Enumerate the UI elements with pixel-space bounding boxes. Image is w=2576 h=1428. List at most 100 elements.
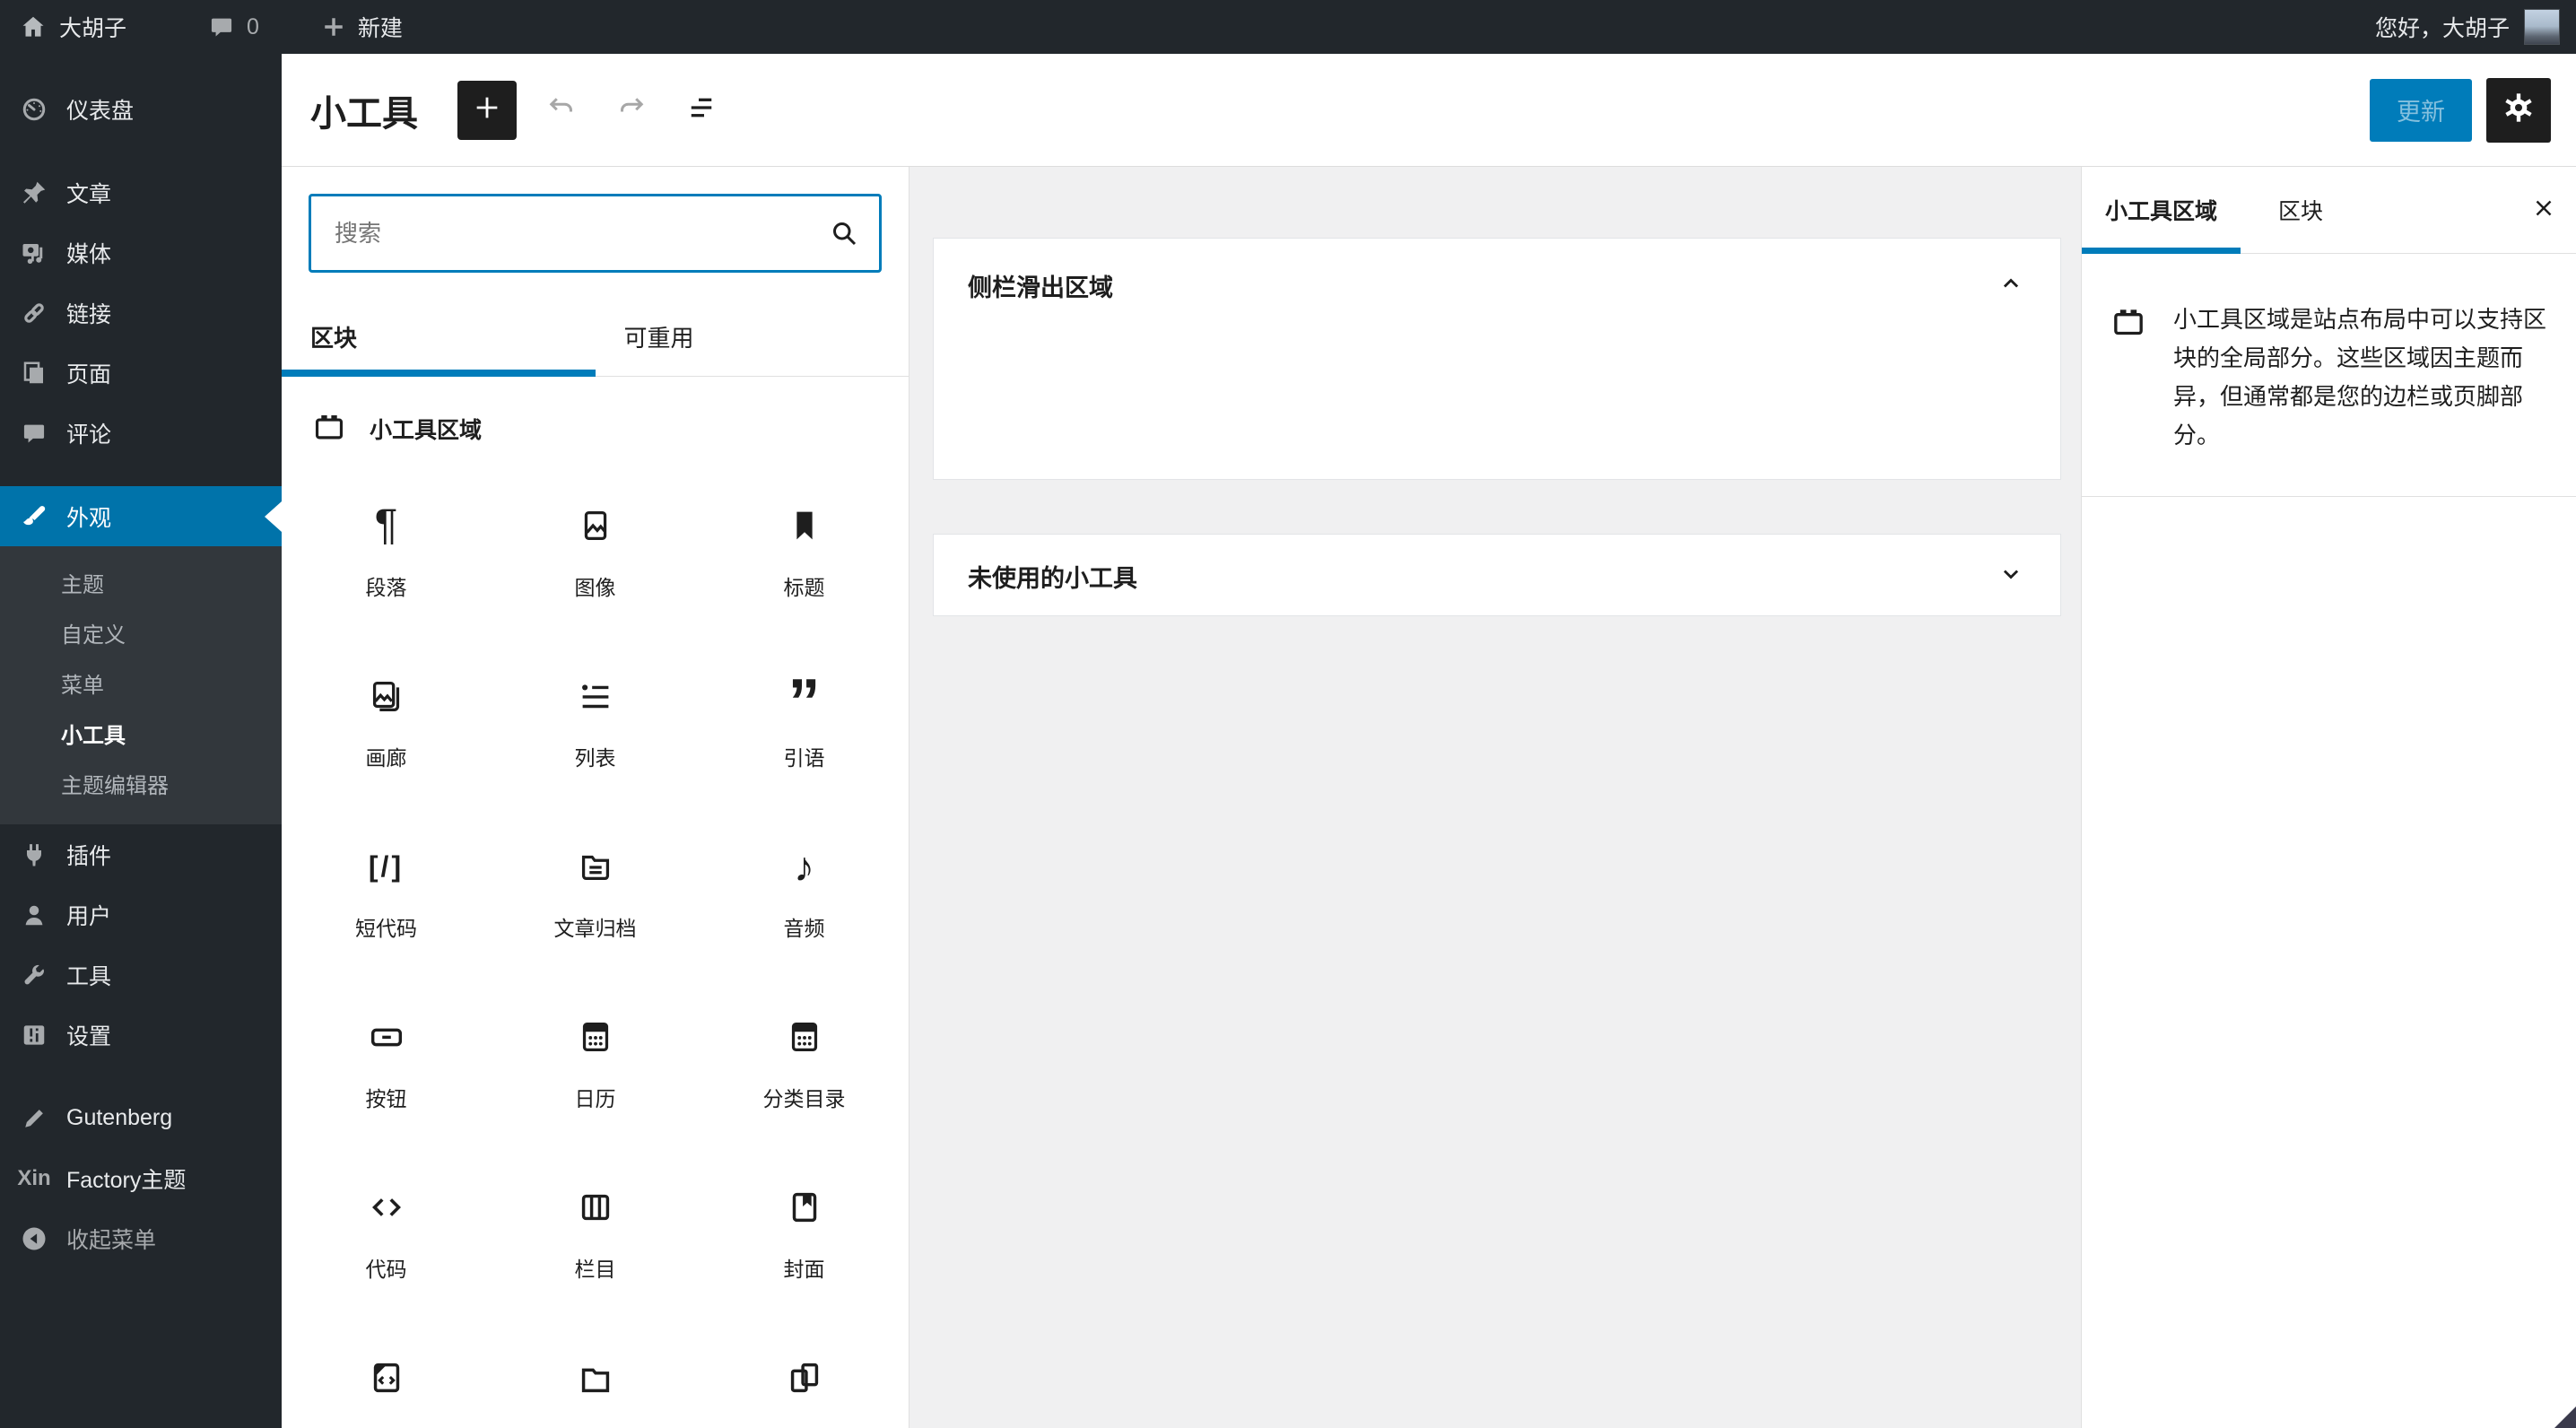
appearance-submenu: 主题 自定义 菜单 小工具 主题编辑器 bbox=[0, 546, 282, 824]
tab-label: 可重用 bbox=[623, 325, 694, 352]
tab-blocks[interactable]: 区块 bbox=[282, 298, 596, 377]
tab-reusable[interactable]: 可重用 bbox=[596, 298, 909, 376]
menu-separator bbox=[0, 1065, 282, 1088]
block-item-code[interactable]: 代码 bbox=[282, 1143, 491, 1313]
gallery-icon bbox=[363, 673, 410, 719]
block-item-group[interactable] bbox=[700, 1313, 909, 1428]
submenu-item-menus[interactable]: 菜单 bbox=[0, 657, 282, 708]
block-label: 画廊 bbox=[365, 746, 407, 770]
comment-count: 0 bbox=[247, 13, 259, 39]
sidebar-item-appearance[interactable]: 外观 bbox=[0, 486, 282, 546]
tab-widget-areas[interactable]: 小工具区域 bbox=[2082, 167, 2241, 254]
user-icon bbox=[20, 901, 48, 928]
search-input[interactable] bbox=[309, 194, 882, 273]
sidebar-item-users[interactable]: 用户 bbox=[0, 884, 282, 945]
block-item-button[interactable]: 按钮 bbox=[282, 972, 491, 1143]
block-label: 分类目录 bbox=[762, 1087, 846, 1110]
panel-header[interactable]: 未使用的小工具 bbox=[934, 535, 2060, 617]
submenu-item-customize[interactable]: 自定义 bbox=[0, 607, 282, 657]
collapse-arrow-icon bbox=[20, 1225, 48, 1252]
pencil-icon bbox=[20, 1105, 48, 1132]
audio-note-icon: ♪ bbox=[794, 843, 814, 890]
sidebar-item-factory-theme[interactable]: Xin Factory主题 bbox=[0, 1148, 282, 1208]
sidebar-item-label: 用户 bbox=[66, 903, 112, 929]
sidebar-item-label: 媒体 bbox=[66, 241, 112, 267]
page-title: 小工具 bbox=[310, 93, 418, 134]
sidebar-item-label: 外观 bbox=[66, 505, 112, 531]
paragraph-icon: ¶ bbox=[374, 501, 398, 549]
block-item-custom-html[interactable] bbox=[282, 1313, 491, 1428]
block-label: 文章归档 bbox=[553, 917, 637, 940]
block-item-shortcode[interactable]: [/] 短代码 bbox=[282, 802, 491, 972]
panel-header[interactable]: 侧栏滑出区域 bbox=[934, 239, 2060, 332]
sidebar-item-dashboard[interactable]: 仪表盘 bbox=[0, 79, 282, 139]
block-item-file[interactable] bbox=[491, 1313, 700, 1428]
admin-bar-site[interactable]: 大胡子 bbox=[0, 0, 146, 54]
sidebar-item-label: Factory主题 bbox=[66, 1167, 187, 1193]
close-settings-button[interactable] bbox=[2511, 167, 2576, 253]
redo-button[interactable] bbox=[606, 81, 657, 140]
block-item-list[interactable]: 列表 bbox=[491, 631, 700, 802]
sidebar-item-plugins[interactable]: 插件 bbox=[0, 824, 282, 884]
sidebar-item-collapse-menu[interactable]: 收起菜单 bbox=[0, 1208, 282, 1268]
settings-sidebar: 小工具区域 区块 小工具区域是站点布局中可以支持区块的全局部分。这些区域因主题而… bbox=[2081, 167, 2576, 1428]
block-item-quote[interactable]: ” 引语 bbox=[700, 631, 909, 802]
sidebar-item-media[interactable]: 媒体 bbox=[0, 222, 282, 283]
block-label: 代码 bbox=[365, 1258, 407, 1281]
close-icon bbox=[2530, 195, 2557, 226]
block-inserter-panel: 区块 可重用 小工具区域 ¶ 段落 图像 bbox=[282, 167, 909, 1428]
block-item-audio[interactable]: ♪ 音频 bbox=[700, 802, 909, 972]
sidebar-item-links[interactable]: 链接 bbox=[0, 283, 282, 343]
submenu-item-theme-editor[interactable]: 主题编辑器 bbox=[0, 758, 282, 808]
sidebar-item-gutenberg[interactable]: Gutenberg bbox=[0, 1088, 282, 1148]
settings-toggle-button[interactable] bbox=[2486, 77, 2551, 143]
submenu-item-themes[interactable]: 主题 bbox=[0, 557, 282, 607]
plus-icon bbox=[322, 15, 345, 39]
block-item-cover[interactable]: 封面 bbox=[700, 1143, 909, 1313]
block-item-image[interactable]: 图像 bbox=[491, 461, 700, 631]
undo-arrow-icon bbox=[545, 91, 578, 128]
sidebar-item-settings[interactable]: 设置 bbox=[0, 1005, 282, 1065]
block-label: 短代码 bbox=[355, 917, 417, 940]
sidebar-item-label: Gutenberg bbox=[66, 1105, 173, 1130]
sidebar-item-comments[interactable]: 评论 bbox=[0, 403, 282, 463]
admin-bar-my-account[interactable]: 您好，大胡子 bbox=[2375, 11, 2510, 43]
block-item-gallery[interactable]: 画廊 bbox=[282, 631, 491, 802]
sidebar-item-pages[interactable]: 页面 bbox=[0, 343, 282, 403]
admin-bar-comments[interactable]: 0 bbox=[189, 0, 279, 54]
code-icon bbox=[363, 1184, 410, 1231]
block-category-header: 小工具区域 bbox=[282, 404, 909, 454]
sidebar-item-posts[interactable]: 文章 bbox=[0, 162, 282, 222]
block-item-heading-bookmark[interactable]: 标题 bbox=[700, 461, 909, 631]
calendar-icon bbox=[572, 1014, 619, 1060]
list-view-button[interactable] bbox=[676, 81, 727, 140]
block-label: 栏目 bbox=[574, 1258, 616, 1281]
block-label: 段落 bbox=[365, 576, 407, 599]
undo-button[interactable] bbox=[536, 81, 587, 140]
block-item-categories[interactable]: 分类目录 bbox=[700, 972, 909, 1143]
sidebar-item-label: 插件 bbox=[66, 843, 112, 869]
block-item-paragraph[interactable]: ¶ 段落 bbox=[282, 461, 491, 631]
description-text: 小工具区域是站点布局中可以支持区块的全局部分。这些区域因主题而异，但通常都是您的… bbox=[2173, 306, 2547, 448]
block-item-archives[interactable]: 文章归档 bbox=[491, 802, 700, 972]
xin-logo-icon: Xin bbox=[17, 1165, 51, 1190]
file-icon bbox=[572, 1354, 619, 1401]
tab-block[interactable]: 区块 bbox=[2241, 167, 2361, 253]
widget-area-description: 小工具区域是站点布局中可以支持区块的全局部分。这些区域因主题而异，但通常都是您的… bbox=[2082, 254, 2576, 497]
sidebar-item-tools[interactable]: 工具 bbox=[0, 945, 282, 1005]
wordpress-widgets-editor: 大胡子 0 新建 您好，大胡子 仪表盘 文章 媒体 链接 页面 评论 外观 主题… bbox=[0, 0, 2576, 1428]
custom-html-icon bbox=[363, 1354, 410, 1401]
update-button[interactable]: 更新 bbox=[2370, 78, 2472, 142]
add-block-button[interactable] bbox=[457, 80, 517, 140]
user-avatar-image[interactable] bbox=[2524, 9, 2560, 45]
cover-icon bbox=[781, 1184, 828, 1231]
block-item-calendar[interactable]: 日历 bbox=[491, 972, 700, 1143]
widgets-canvas: 侧栏滑出区域 未使用的小工具 bbox=[909, 167, 2081, 1428]
admin-sidebar: 仪表盘 文章 媒体 链接 页面 评论 外观 主题 自定义 菜单 小工具 主题编辑… bbox=[0, 54, 282, 1428]
sidebar-item-label: 链接 bbox=[66, 301, 112, 327]
block-item-columns[interactable]: 栏目 bbox=[491, 1143, 700, 1313]
sidebar-item-label: 评论 bbox=[66, 422, 112, 448]
widget-area-icon bbox=[2110, 300, 2146, 455]
submenu-item-widgets[interactable]: 小工具 bbox=[0, 708, 282, 758]
admin-bar-new[interactable]: 新建 bbox=[302, 0, 422, 54]
